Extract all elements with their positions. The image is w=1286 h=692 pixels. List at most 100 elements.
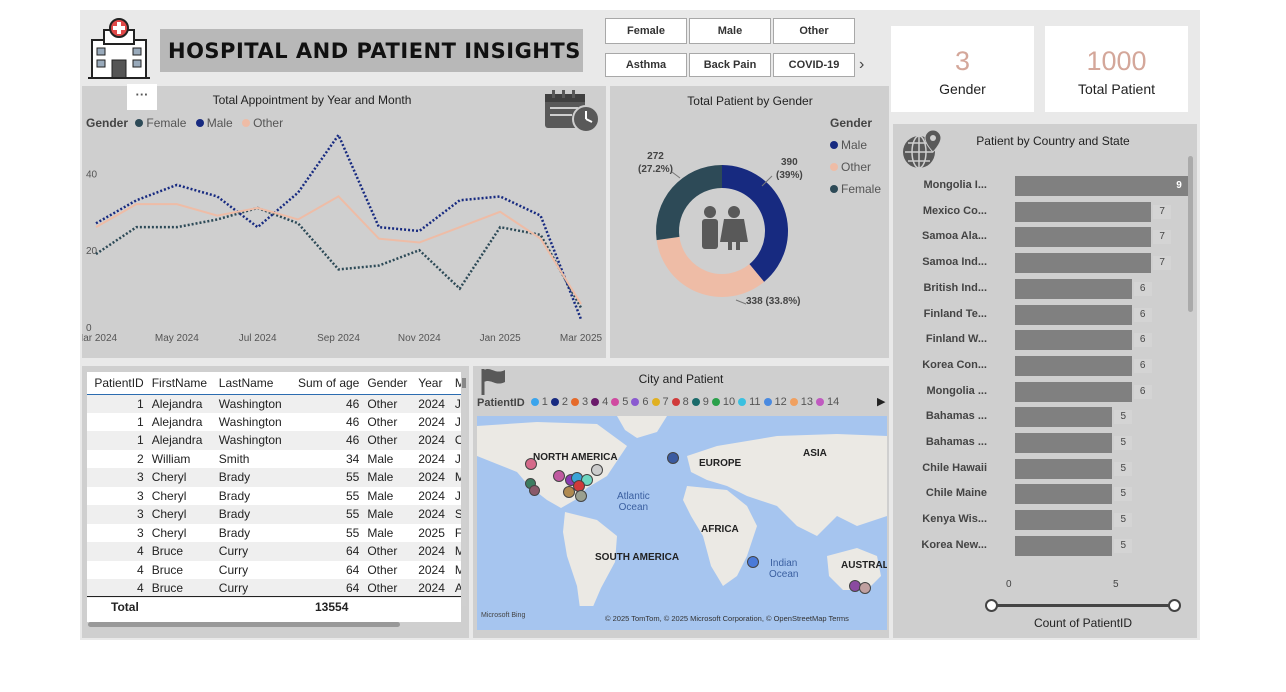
bar[interactable] xyxy=(1015,176,1190,196)
bar[interactable] xyxy=(1015,201,1152,222)
map-attribution[interactable]: © 2025 TomTom, © 2025 Microsoft Corporat… xyxy=(605,614,849,623)
map-legend-item[interactable]: 2 xyxy=(550,396,568,408)
zoom-slider-handle-right[interactable] xyxy=(1168,599,1181,612)
table-cell: June xyxy=(454,414,461,429)
table-row[interactable]: 1 Alejandra Washington 46 Other 2024 Octo xyxy=(87,431,461,450)
map-legend-item[interactable]: 13 xyxy=(789,396,813,408)
map-bubble[interactable] xyxy=(859,582,871,594)
bar[interactable] xyxy=(1015,510,1113,531)
map-bubble[interactable] xyxy=(529,485,540,496)
table-column-header[interactable]: Sum of age xyxy=(290,372,363,394)
bar[interactable] xyxy=(1015,433,1113,453)
bar[interactable] xyxy=(1015,253,1152,274)
map-legend-item[interactable]: 7 xyxy=(651,396,669,408)
table-row[interactable]: 2 William Smith 34 Male 2024 July xyxy=(87,450,461,469)
map-legend-item[interactable]: 8 xyxy=(671,396,689,408)
bar-row[interactable]: Mongolia I... 9 xyxy=(899,176,1199,196)
map-legend-item[interactable]: 11 xyxy=(738,396,761,408)
zoom-slider-track[interactable] xyxy=(991,604,1175,607)
bar-row[interactable]: Korea New... 5 xyxy=(899,535,1199,556)
table-row[interactable]: 3 Cheryl Brady 55 Male 2025 Febr xyxy=(87,524,461,543)
map-bubble[interactable] xyxy=(747,556,759,568)
bar-row[interactable]: Mongolia ... 6 xyxy=(899,381,1199,402)
bar[interactable] xyxy=(1015,227,1152,248)
table-row[interactable]: 1 Alejandra Washington 46 Other 2024 June xyxy=(87,394,461,413)
map-legend-item[interactable]: 1 xyxy=(530,396,548,408)
map-legend-item[interactable]: 5 xyxy=(611,396,628,408)
map-legend-item[interactable]: 4 xyxy=(591,396,608,408)
map-bubble[interactable] xyxy=(525,458,537,470)
slicer-condition-covid[interactable]: COVID-19 xyxy=(773,53,855,77)
bar-scrollbar[interactable] xyxy=(1188,156,1193,312)
table-column-header[interactable]: PatientID xyxy=(87,372,148,394)
bar-row[interactable]: Kenya Wis... 5 xyxy=(899,510,1199,531)
table-column-header[interactable]: Mor xyxy=(451,372,461,394)
bar-row[interactable]: Finland Te... 6 xyxy=(899,304,1199,325)
table-row[interactable]: 3 Cheryl Brady 55 Male 2024 Sept xyxy=(87,505,461,524)
world-map[interactable]: NORTH AMERICA EUROPE ASIA AFRICA SOUTH A… xyxy=(477,416,887,630)
bar-row[interactable]: British Ind... 6 xyxy=(899,278,1199,299)
table-cell: 2024 xyxy=(418,488,445,503)
map-bubble[interactable] xyxy=(667,452,679,464)
table-row[interactable]: 4 Bruce Curry 64 Other 2024 Mar xyxy=(87,561,461,580)
bar[interactable] xyxy=(1015,407,1113,428)
slicer-condition-back-pain[interactable]: Back Pain xyxy=(689,53,771,77)
map-legend-item[interactable]: 3 xyxy=(571,396,588,408)
table-scroll-thumb[interactable] xyxy=(462,378,466,388)
map-bubble[interactable] xyxy=(553,470,565,482)
map-bubble[interactable] xyxy=(591,464,603,476)
bar[interactable] xyxy=(1015,304,1132,325)
table-vertical-scrollbar[interactable] xyxy=(462,378,466,606)
bar-row[interactable]: Chile Hawaii 5 xyxy=(899,458,1199,479)
table-row[interactable]: 1 Alejandra Washington 46 Other 2024 June xyxy=(87,413,461,432)
bar[interactable] xyxy=(1015,330,1132,351)
table-cell: 2024 xyxy=(418,433,445,448)
series-line-female[interactable] xyxy=(95,206,583,309)
map-bubble[interactable] xyxy=(563,486,575,498)
table-column-header[interactable]: FirstName xyxy=(148,372,215,394)
bar-row[interactable]: Mexico Co... 7 xyxy=(899,201,1199,222)
table-column-header[interactable]: Gender xyxy=(363,372,414,394)
bar-row[interactable]: Korea Con... 6 xyxy=(899,355,1199,376)
table-cell: Cheryl xyxy=(151,470,187,485)
slicer-gender-male[interactable]: Male xyxy=(689,18,771,44)
bar[interactable] xyxy=(1015,484,1113,505)
table-column-header[interactable]: Year xyxy=(414,372,451,394)
zoom-slider-handle-left[interactable] xyxy=(985,599,998,612)
table-row[interactable]: 3 Cheryl Brady 55 Male 2024 May xyxy=(87,468,461,487)
bar[interactable] xyxy=(1015,381,1132,402)
table-row[interactable]: 3 Cheryl Brady 55 Male 2024 June xyxy=(87,487,461,506)
slicer-gender-other[interactable]: Other xyxy=(773,18,855,44)
slicer-gender-female[interactable]: Female xyxy=(605,18,687,44)
bar-row[interactable]: Bahamas ... 5 xyxy=(899,433,1199,453)
bar-category-label: Chile Maine xyxy=(925,487,987,500)
bar-row[interactable]: Finland W... 6 xyxy=(899,330,1199,351)
map-legend-item[interactable]: 12 xyxy=(763,396,787,408)
map-label-africa: AFRICA xyxy=(701,524,739,535)
table-row[interactable]: 4 Bruce Curry 64 Other 2024 Aug xyxy=(87,579,461,598)
table-cell: 64 xyxy=(345,562,360,577)
bar[interactable] xyxy=(1015,535,1113,556)
bar-row[interactable]: Chile Maine 5 xyxy=(899,484,1199,505)
bar-row[interactable]: Samoa Ala... 7 xyxy=(899,227,1199,248)
donut-label-male: 390 (39%) xyxy=(776,157,803,181)
series-line-other[interactable] xyxy=(95,195,582,305)
table-cell: 2024 xyxy=(418,507,445,522)
map-legend-item[interactable]: 14 xyxy=(816,396,839,408)
table-horizontal-scrollbar[interactable] xyxy=(88,622,400,627)
map-legend-item[interactable]: 9 xyxy=(691,396,709,408)
bar[interactable] xyxy=(1015,458,1113,479)
bar-row[interactable]: Bahamas ... 5 xyxy=(899,407,1199,428)
bar[interactable] xyxy=(1015,355,1132,376)
bar-row[interactable]: Samoa Ind... 7 xyxy=(899,253,1199,274)
map-legend-item[interactable]: 10 xyxy=(711,396,735,408)
slicer-condition-asthma[interactable]: Asthma xyxy=(605,53,687,77)
map-legend-item[interactable]: 6 xyxy=(631,396,649,408)
table-row[interactable]: 4 Bruce Curry 64 Other 2024 Mar xyxy=(87,542,461,561)
map-bubble[interactable] xyxy=(575,490,587,502)
map-legend-next-icon[interactable]: ▶ xyxy=(877,395,885,408)
table-cell: 3 xyxy=(137,525,144,540)
bar[interactable] xyxy=(1015,278,1132,299)
slicer-next-chevron-icon[interactable]: › xyxy=(859,56,864,74)
table-column-header[interactable]: LastName xyxy=(215,372,290,394)
